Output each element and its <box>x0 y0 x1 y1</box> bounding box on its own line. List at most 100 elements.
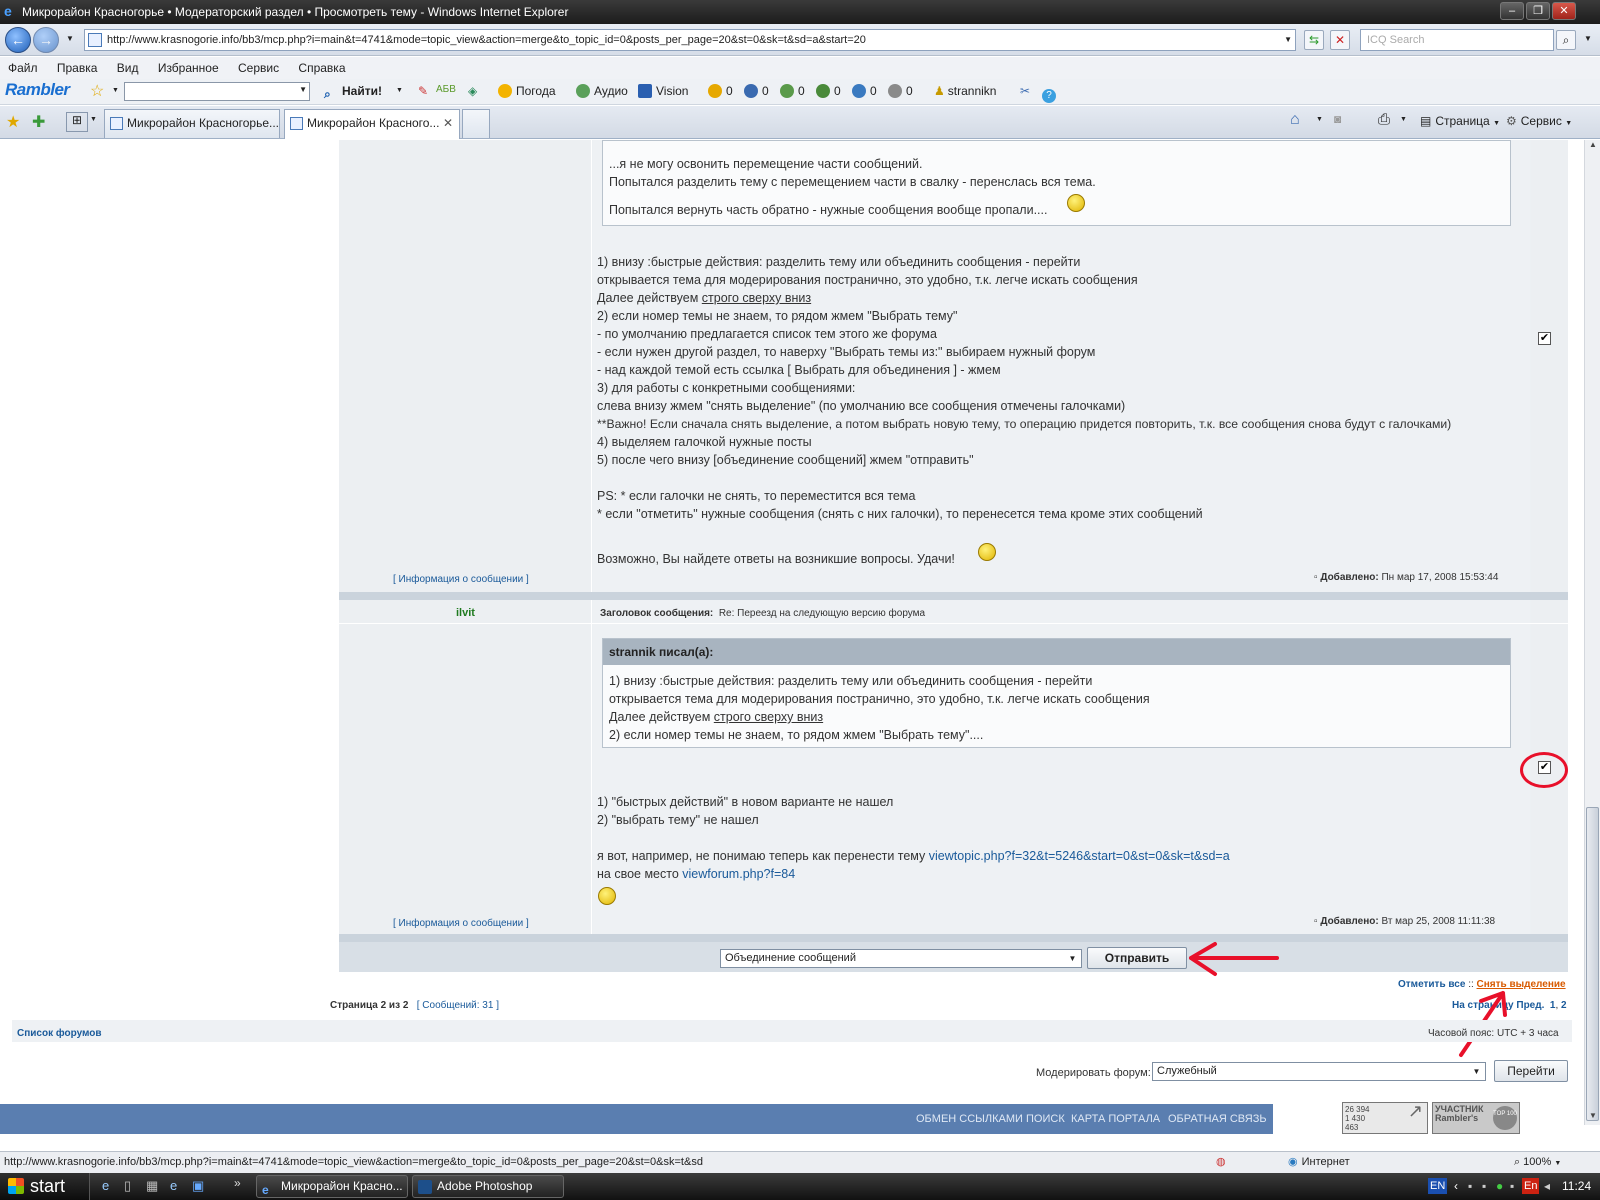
menu-tools[interactable]: Сервис <box>230 57 287 75</box>
security-icon[interactable]: ◍ <box>1216 1152 1226 1172</box>
minimize-button[interactable]: – <box>1500 2 1524 20</box>
tab-1[interactable]: Микрорайон Красногорье... <box>104 109 280 138</box>
post-1-select-checkbox[interactable]: ✔ <box>1538 332 1551 345</box>
vertical-scrollbar[interactable]: ▲ ▼ <box>1584 140 1600 1125</box>
rambler-top100-badge[interactable]: УЧАСТНИК Rambler's TOP 100 <box>1432 1102 1520 1134</box>
visit-counter[interactable]: 26 394 1 430 463 ↗ <box>1342 1102 1428 1134</box>
star-dropdown-icon[interactable]: ▼ <box>112 87 119 94</box>
footer-link-feedback[interactable]: ОБРАТНАЯ СВЯЗЬ <box>1168 1113 1267 1125</box>
tools-menu-button[interactable]: ⚙ Сервис ▼ <box>1506 114 1572 128</box>
ie-quicklaunch-icon[interactable]: e <box>102 1178 109 1193</box>
scroll-down-icon[interactable]: ▼ <box>1585 1111 1600 1125</box>
audio-button[interactable]: Аудио <box>576 84 628 98</box>
post-info-link[interactable]: [ Информация о сообщении ] <box>393 918 529 929</box>
menu-favorites[interactable]: Избранное <box>150 57 227 75</box>
tab-close-icon[interactable]: ✕ <box>443 110 453 136</box>
tab-list-dropdown-icon[interactable]: ▼ <box>90 116 97 123</box>
language-indicator[interactable]: EN <box>1428 1178 1448 1194</box>
stop-icon[interactable]: ✕ <box>1330 30 1350 50</box>
counter-6[interactable]: 0 <box>888 84 913 98</box>
close-button[interactable]: ✕ <box>1552 2 1576 20</box>
print-dropdown-icon[interactable]: ▼ <box>1400 116 1407 123</box>
vision-button[interactable]: Vision <box>638 84 688 98</box>
tray-icon-2[interactable]: ▪ <box>1482 1173 1486 1200</box>
icq-search-input[interactable]: ICQ Search <box>1360 29 1554 51</box>
zone-indicator[interactable]: ◉ Интернет <box>1288 1152 1350 1172</box>
add-favorite-icon[interactable]: ✚ <box>32 112 45 132</box>
menu-help[interactable]: Справка <box>290 57 353 75</box>
feeds-icon[interactable]: ◙ <box>1334 112 1341 126</box>
rambler-find-button[interactable]: ⌕ Найти! <box>324 84 382 101</box>
prev-page-link[interactable]: Пред. <box>1516 1000 1544 1011</box>
counter-2[interactable]: 0 <box>744 84 769 98</box>
find-dropdown-icon[interactable]: ▼ <box>396 87 403 94</box>
zoom-indicator[interactable]: ⌕ 100% ▼ <box>1514 1152 1561 1174</box>
back-arrow-icon[interactable]: ← <box>5 27 31 53</box>
start-button[interactable]: start <box>0 1173 90 1200</box>
submit-button[interactable]: Отправить <box>1087 947 1187 969</box>
action-select[interactable]: Объединение сообщений ▼ <box>720 949 1082 968</box>
counter-mail[interactable]: 0 <box>708 84 733 98</box>
post-line: **Важно! Если сначала снять выделение, а… <box>597 417 1452 431</box>
tools-icon[interactable]: ✂ <box>1020 84 1030 98</box>
counter-4[interactable]: 0 <box>816 84 841 98</box>
go-button[interactable]: Перейти <box>1494 1060 1568 1082</box>
explorer-quicklaunch-icon[interactable]: ▯ <box>124 1178 131 1194</box>
menu-file[interactable]: Файл <box>0 57 46 75</box>
print-icon[interactable]: ⎙ <box>1378 111 1390 128</box>
rambler-logo[interactable]: Rambler <box>5 80 70 100</box>
favorites-star-icon[interactable]: ★ <box>6 112 20 132</box>
photoshop-quicklaunch-icon[interactable]: ▣ <box>192 1178 204 1194</box>
quicklaunch-more-icon[interactable]: » <box>234 1176 241 1190</box>
new-tab-button[interactable] <box>462 109 490 138</box>
weather-button[interactable]: Погода <box>498 84 556 98</box>
post-author[interactable]: ilvit <box>456 604 475 622</box>
ie2-quicklaunch-icon[interactable]: e <box>170 1178 177 1193</box>
star-icon[interactable]: ☆ <box>90 81 104 101</box>
desktop-quicklaunch-icon[interactable]: ▦ <box>146 1178 158 1194</box>
topic-link[interactable]: viewtopic.php?f=32&t=5246&start=0&st=0&s… <box>929 849 1230 863</box>
tray-icon-4[interactable]: ▪ <box>1510 1173 1514 1200</box>
taskbar-ie-window[interactable]: e Микрорайон Красно... <box>256 1175 408 1198</box>
page-menu-button[interactable]: ▤ Страница ▼ <box>1420 114 1500 128</box>
moderate-forum-select[interactable]: Служебный ▼ <box>1152 1062 1486 1081</box>
address-input[interactable]: http://www.krasnogorie.info/bb3/mcp.php?… <box>84 29 1296 51</box>
translate-icon[interactable]: ◈ <box>468 84 477 98</box>
home-icon[interactable]: ⌂ <box>1290 111 1300 129</box>
scroll-thumb[interactable] <box>1586 807 1599 1121</box>
taskbar-photoshop-window[interactable]: Adobe Photoshop <box>412 1175 564 1198</box>
footer-link-sitemap[interactable]: КАРТА ПОРТАЛА <box>1071 1113 1160 1125</box>
search-dropdown-icon[interactable]: ▼ <box>1578 30 1598 50</box>
spellcheck-icon[interactable]: АБВ <box>436 84 456 95</box>
forum-link[interactable]: viewforum.php?f=84 <box>682 867 795 881</box>
rambler-search-input[interactable]: ▼ <box>124 82 310 101</box>
menu-view[interactable]: Вид <box>109 57 147 75</box>
history-dropdown-icon[interactable]: ▼ <box>60 30 80 50</box>
help-icon[interactable]: ? <box>1042 84 1060 103</box>
volume-icon[interactable]: ◂ <box>1544 1173 1550 1200</box>
search-icon[interactable]: ⌕ <box>1556 30 1576 50</box>
quick-tabs-icon[interactable]: ⊞ <box>66 112 88 132</box>
address-dropdown-icon[interactable]: ▼ <box>1284 30 1292 50</box>
tray-expand-icon[interactable]: ‹ <box>1454 1173 1458 1200</box>
keyboard-layout-indicator[interactable]: En <box>1522 1178 1540 1194</box>
tray-icon-1[interactable]: ▪ <box>1468 1173 1472 1200</box>
tray-icon-3[interactable]: ● <box>1496 1173 1503 1200</box>
forward-arrow-icon[interactable]: → <box>33 27 59 53</box>
scroll-up-icon[interactable]: ▲ <box>1585 140 1600 154</box>
footer-link-search[interactable]: ПОИСК <box>1026 1113 1065 1125</box>
footer-link-exchange[interactable]: ОБМЕН ССЫЛКАМИ <box>916 1113 1023 1125</box>
forum-list-link[interactable]: Список форумов <box>17 1028 102 1039</box>
post-info-link[interactable]: [ Информация о сообщении ] <box>393 574 529 585</box>
rambler-input-dropdown-icon[interactable]: ▼ <box>299 85 307 94</box>
home-dropdown-icon[interactable]: ▼ <box>1316 116 1323 123</box>
tab-2[interactable]: Микрорайон Красного... ✕ <box>284 109 460 139</box>
page-link-1[interactable]: 1 <box>1550 1000 1556 1011</box>
menu-edit[interactable]: Правка <box>49 57 106 75</box>
counter-5[interactable]: 0 <box>852 84 877 98</box>
user-button[interactable]: ♟ strannikn <box>934 84 996 98</box>
maximize-button[interactable]: ❐ <box>1526 2 1550 20</box>
counter-3[interactable]: 0 <box>780 84 805 98</box>
highlight-icon[interactable]: ✎ <box>418 84 428 98</box>
refresh-icon[interactable]: ⇆ <box>1304 30 1324 50</box>
